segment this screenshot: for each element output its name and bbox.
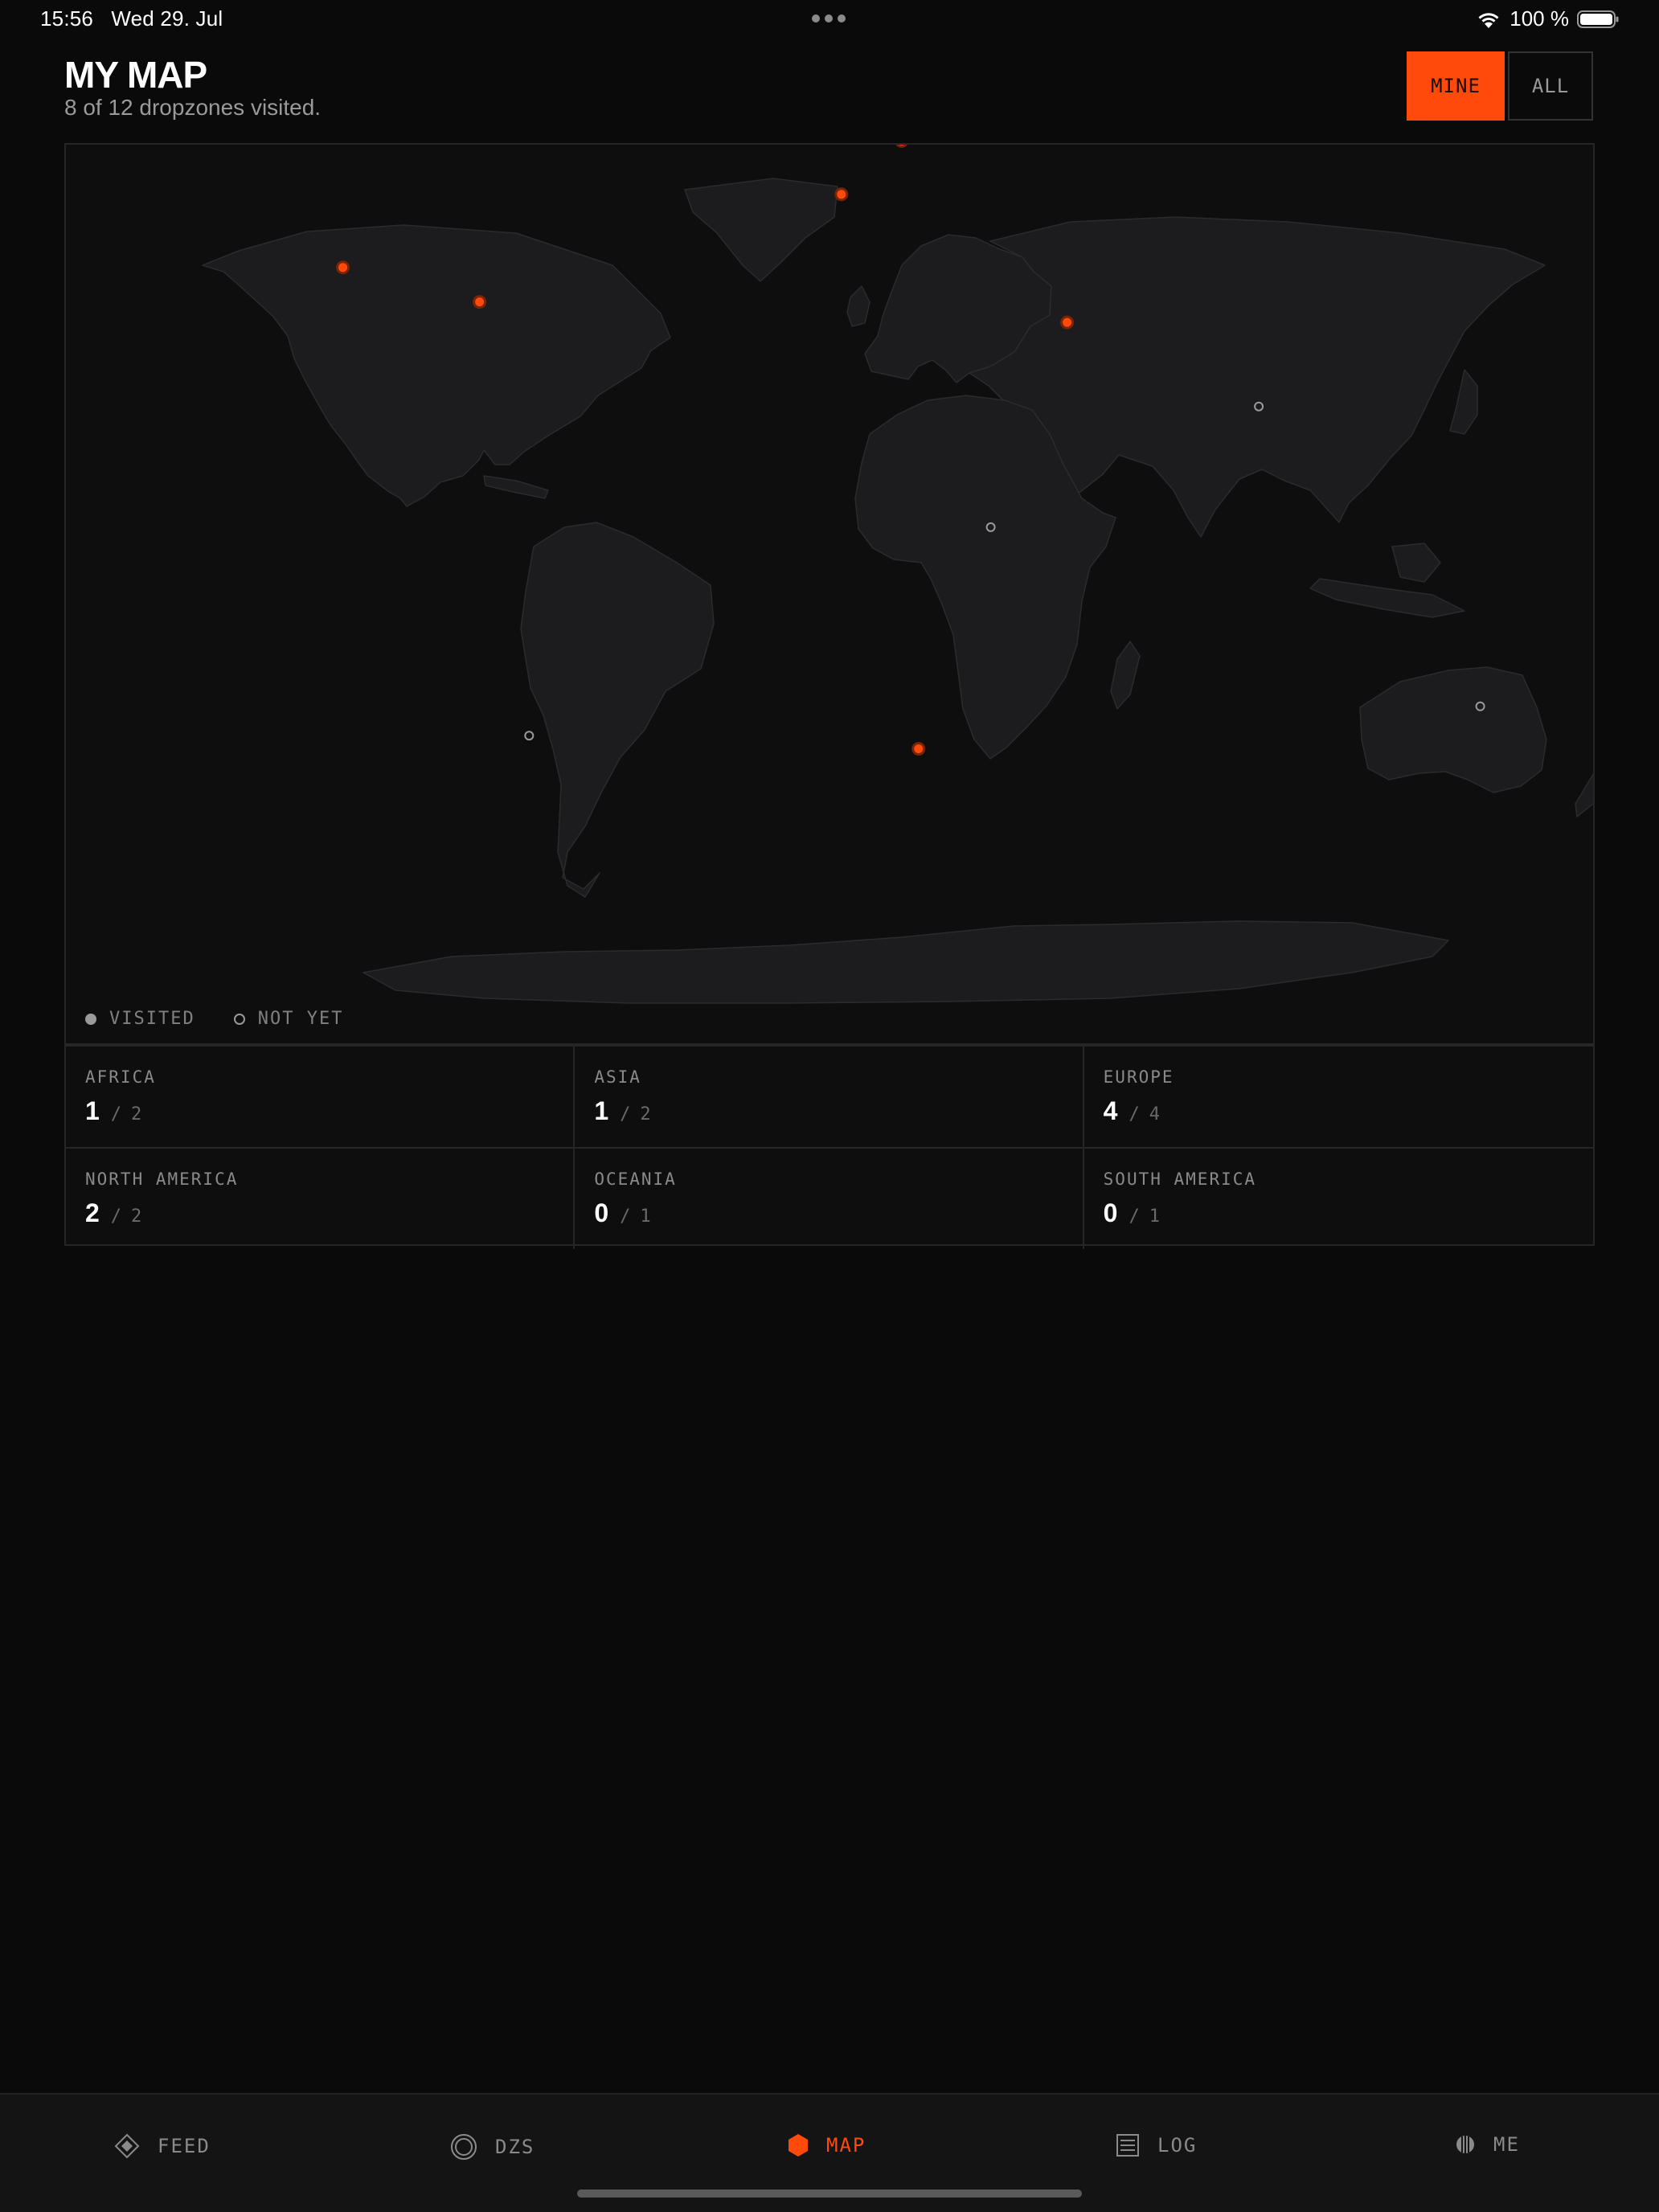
continent-stat-south-america[interactable]: SOUTH AMERICA 0 / 1 bbox=[1084, 1149, 1593, 1249]
continent-count: 4 / 4 bbox=[1104, 1096, 1574, 1126]
caribbean-landmass bbox=[483, 475, 549, 499]
continent-stat-asia[interactable]: ASIA 1 / 2 bbox=[575, 1047, 1084, 1149]
tab-log[interactable]: LOG bbox=[1116, 2133, 1197, 2157]
count-separator: / bbox=[1129, 1104, 1140, 1124]
logbook-icon bbox=[1116, 2134, 1139, 2157]
tab-feed[interactable]: FEED bbox=[114, 2133, 211, 2159]
tab-dzs[interactable]: DZS bbox=[450, 2133, 535, 2161]
visited-count: 4 bbox=[1103, 1096, 1118, 1125]
all-toggle-button[interactable]: ALL bbox=[1508, 51, 1593, 121]
continent-stat-north-america[interactable]: NORTH AMERICA 2 / 2 bbox=[66, 1149, 576, 1249]
new-zealand-landmass bbox=[1575, 772, 1593, 817]
page-title: MY MAP bbox=[64, 54, 207, 96]
continent-name: SOUTH AMERICA bbox=[1103, 1169, 1257, 1189]
visited-dropzone-marker[interactable] bbox=[834, 187, 849, 202]
total-count: 2 bbox=[131, 1206, 142, 1227]
count-separator: / bbox=[620, 1104, 631, 1124]
continent-count: 0 / 1 bbox=[594, 1198, 1063, 1228]
north-america-landmass bbox=[202, 224, 671, 507]
tab-me[interactable]: ME bbox=[1455, 2133, 1520, 2156]
madagascar-landmass bbox=[1110, 641, 1141, 710]
visited-legend-dot-icon bbox=[85, 1013, 96, 1025]
mine-toggle-button[interactable]: MINE bbox=[1407, 51, 1505, 121]
map-legend: VISITED NOT YET bbox=[85, 1009, 343, 1029]
tab-me-label: ME bbox=[1493, 2133, 1520, 2156]
visited-dropzone-marker[interactable] bbox=[473, 295, 487, 309]
continent-stat-europe[interactable]: EUROPE 4 / 4 bbox=[1083, 1047, 1593, 1149]
total-count: 1 bbox=[640, 1206, 651, 1227]
legend-visited-label: VISITED bbox=[109, 1009, 195, 1029]
uk-landmass bbox=[846, 285, 870, 327]
status-time: 15:56 bbox=[40, 6, 94, 31]
continent-name: AFRICA bbox=[85, 1067, 156, 1087]
tab-log-label: LOG bbox=[1157, 2134, 1198, 2157]
visited-dropzone-marker[interactable] bbox=[895, 145, 907, 148]
diamond-icon bbox=[114, 2133, 140, 2159]
target-icon bbox=[451, 2134, 477, 2160]
world-map[interactable] bbox=[66, 145, 1593, 1011]
south-america-landmass bbox=[520, 522, 715, 898]
battery-icon bbox=[1577, 10, 1619, 28]
continent-count: 1 / 2 bbox=[85, 1096, 554, 1126]
visited-dropzone-marker[interactable] bbox=[336, 260, 350, 275]
visited-count: 0 bbox=[594, 1198, 609, 1227]
status-clock: 15:56 Wed 29. Jul bbox=[40, 6, 223, 31]
status-date: Wed 29. Jul bbox=[111, 6, 223, 31]
continent-name: NORTH AMERICA bbox=[85, 1169, 239, 1189]
globe-icon bbox=[1456, 2136, 1474, 2153]
battery-percent: 100 % bbox=[1509, 6, 1569, 31]
greenland-landmass bbox=[684, 178, 838, 282]
continent-name: OCEANIA bbox=[594, 1169, 677, 1189]
visited-count: 0 bbox=[1103, 1198, 1118, 1227]
wifi-icon bbox=[1478, 12, 1499, 28]
tab-map[interactable]: MAP bbox=[788, 2133, 866, 2157]
continent-name: ASIA bbox=[594, 1067, 641, 1087]
total-count: 4 bbox=[1149, 1104, 1160, 1124]
legend-not-yet-label: NOT YET bbox=[257, 1009, 344, 1029]
visited-summary: 8 of 12 dropzones visited. bbox=[64, 95, 322, 120]
japan-landmass bbox=[1449, 369, 1478, 435]
total-count: 2 bbox=[131, 1104, 142, 1124]
not-yet-legend-ring-icon bbox=[233, 1013, 245, 1025]
indonesia-landmass bbox=[1309, 578, 1465, 618]
total-count: 2 bbox=[640, 1104, 651, 1124]
tab-map-label: MAP bbox=[826, 2134, 866, 2157]
count-separator: / bbox=[620, 1206, 631, 1227]
continent-stat-oceania[interactable]: OCEANIA 0 / 1 bbox=[575, 1149, 1084, 1249]
continent-stat-africa[interactable]: AFRICA 1 / 2 bbox=[66, 1047, 576, 1149]
continent-name: EUROPE bbox=[1103, 1067, 1174, 1087]
count-separator: / bbox=[110, 1206, 122, 1227]
visited-count: 1 bbox=[85, 1096, 100, 1125]
continent-count: 2 / 2 bbox=[85, 1198, 554, 1228]
home-indicator[interactable] bbox=[577, 2189, 1082, 2198]
tab-dzs-label: DZS bbox=[495, 2136, 535, 2158]
unvisited-dropzone-marker[interactable] bbox=[524, 731, 535, 741]
count-separator: / bbox=[1129, 1206, 1140, 1227]
continent-count: 0 / 1 bbox=[1104, 1198, 1574, 1228]
visited-dropzone-marker[interactable] bbox=[911, 742, 926, 756]
hexagon-icon bbox=[789, 2134, 808, 2157]
map-card: VISITED NOT YET bbox=[64, 143, 1595, 1045]
world-map-svg[interactable] bbox=[66, 145, 1593, 1011]
count-separator: / bbox=[110, 1104, 122, 1124]
continent-count: 1 / 2 bbox=[594, 1096, 1063, 1126]
antarctica-landmass bbox=[363, 920, 1449, 1004]
visited-count: 1 bbox=[594, 1096, 609, 1125]
borneo-landmass bbox=[1391, 543, 1441, 583]
visited-dropzone-marker[interactable] bbox=[1060, 315, 1075, 330]
status-indicators: 100 % bbox=[1476, 6, 1619, 31]
multitasking-dots-icon[interactable] bbox=[812, 14, 846, 23]
visited-count: 2 bbox=[85, 1198, 100, 1227]
continent-stats-grid: AFRICA 1 / 2 ASIA 1 / 2 EUROPE 4 / 4 NOR… bbox=[64, 1045, 1595, 1249]
tab-feed-label: FEED bbox=[158, 2135, 211, 2157]
australia-landmass bbox=[1359, 666, 1547, 793]
total-count: 1 bbox=[1149, 1206, 1160, 1227]
status-bar: 15:56 Wed 29. Jul 100 % bbox=[0, 0, 1659, 39]
landmass-group bbox=[202, 178, 1593, 1004]
